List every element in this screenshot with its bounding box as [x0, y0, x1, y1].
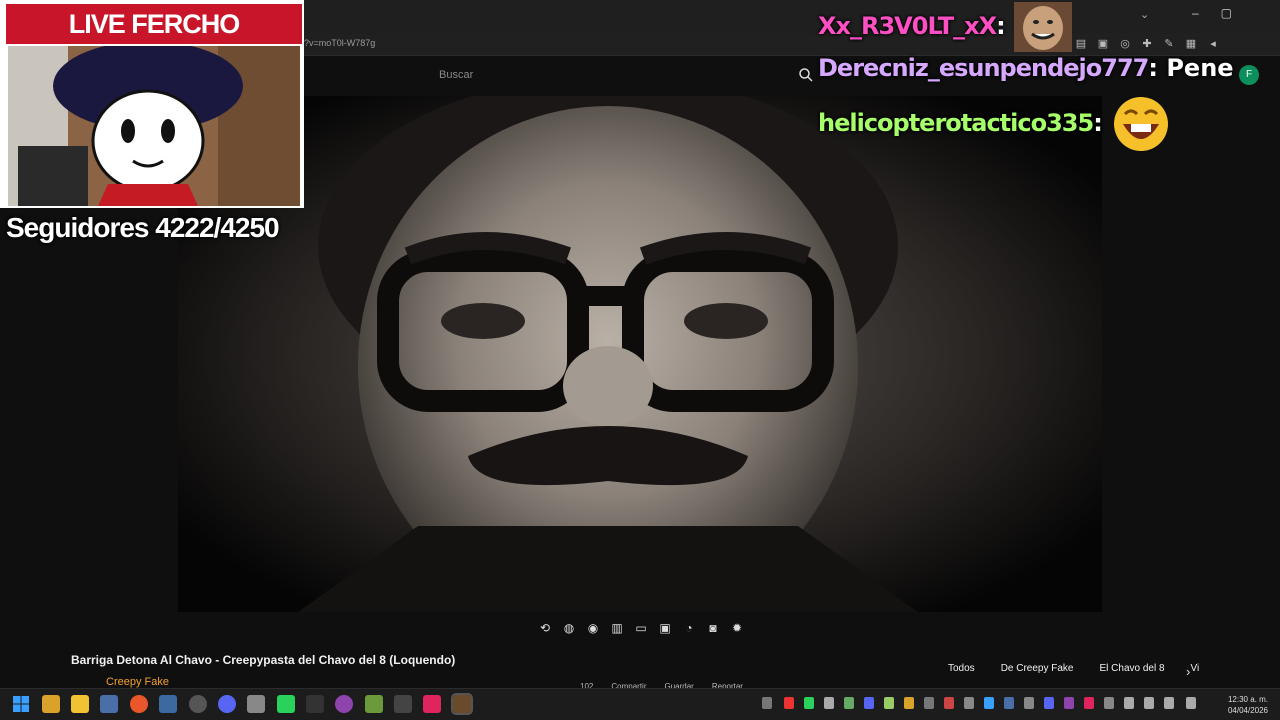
chip-all[interactable]: Todos: [940, 660, 983, 677]
loop-icon[interactable]: ⟲: [536, 620, 554, 636]
reader-icon[interactable]: ▤: [1074, 37, 1088, 51]
speaker-icon[interactable]: [1186, 697, 1196, 709]
keyboard-icon[interactable]: [1124, 697, 1134, 709]
app-icon[interactable]: [247, 695, 265, 713]
url-text[interactable]: ?v=moT0l-W787g: [304, 38, 375, 48]
app-icon[interactable]: [394, 695, 412, 713]
tray-icon[interactable]: [1084, 697, 1094, 709]
translate-icon[interactable]: ✎: [1162, 37, 1176, 51]
clock-date: 04/04/2026: [1227, 706, 1268, 715]
chevron-right-icon[interactable]: ›: [1186, 664, 1190, 679]
badge-icon[interactable]: ▦: [1184, 37, 1198, 51]
chat-username: Xx_R3V0LT_xX: [818, 12, 997, 40]
video-player[interactable]: [178, 96, 1102, 612]
tray-icon[interactable]: [1104, 697, 1114, 709]
video-title: Barriga Detona Al Chavo - Creepypasta de…: [71, 653, 456, 667]
steam-icon[interactable]: [189, 695, 207, 713]
laughing-emoji-icon: [1114, 97, 1169, 151]
folder-icon[interactable]: [71, 695, 89, 713]
stream-title: LIVE FERCHO REACTION: [6, 4, 302, 79]
network-icon[interactable]: [1144, 697, 1154, 709]
chat-text: Pene: [1166, 54, 1234, 82]
app-icon[interactable]: [365, 695, 383, 713]
chip-creepy-fake[interactable]: De Creepy Fake: [993, 660, 1082, 677]
windows-start-icon[interactable]: [12, 695, 30, 713]
tray-icon[interactable]: [844, 697, 854, 709]
chat-message: Derecniz_esunpendejo777: Pene: [818, 54, 1234, 82]
tray-chevron-icon[interactable]: [762, 697, 772, 709]
webcam-view: [8, 46, 300, 206]
tray-icon[interactable]: [904, 697, 914, 709]
app-icon[interactable]: [335, 695, 353, 713]
minimize-icon[interactable]: –: [1192, 6, 1199, 20]
chat-message: helicopterotactico335:: [818, 96, 1171, 152]
screen: ⌄ – ▢ ?v=moT0l-W787g ▤ ▣ ◎ ✚ ✎ ▦ ◂ Busca…: [0, 0, 1280, 720]
tray-icon[interactable]: [884, 697, 894, 709]
app-icon[interactable]: [277, 695, 295, 713]
firefox-icon[interactable]: [130, 695, 148, 713]
tab-list-chevron-icon[interactable]: ⌄: [1140, 8, 1149, 21]
search-input[interactable]: Buscar: [439, 69, 473, 81]
tray-icon[interactable]: [924, 697, 934, 709]
chat-username: helicopterotactico335: [818, 109, 1094, 137]
app-icon[interactable]: [100, 695, 118, 713]
system-clock[interactable]: 12:30 a. m. 04/04/2026: [1228, 694, 1268, 716]
clock-time: 12:30 a. m.: [1227, 695, 1268, 704]
account-icon[interactable]: ◎: [1118, 37, 1132, 51]
screenshot-icon[interactable]: ◙: [704, 620, 722, 636]
discord-icon[interactable]: [218, 695, 236, 713]
screenshot-icon[interactable]: ▣: [1096, 37, 1110, 51]
tray-icon[interactable]: [784, 697, 794, 709]
tray-icon[interactable]: [1044, 697, 1054, 709]
chat-username: Derecniz_esunpendejo777: [818, 54, 1149, 82]
view-icon[interactable]: ◉: [584, 620, 602, 636]
avatar[interactable]: F: [1239, 65, 1259, 85]
related-chips: Todos De Creepy Fake El Chavo del 8 Vi: [940, 660, 1207, 677]
search-icon[interactable]: [798, 67, 814, 83]
pip-icon[interactable]: ▣: [656, 620, 674, 636]
chip-chavo[interactable]: El Chavo del 8: [1092, 660, 1173, 677]
followers-counter: Seguidores 4222/4250: [6, 212, 280, 243]
tiktok-icon[interactable]: [423, 695, 441, 713]
browser-extension-icons: ▤ ▣ ◎ ✚ ✎ ▦ ◂: [1074, 37, 1220, 51]
tray-icon[interactable]: [824, 697, 834, 709]
theater-mode-icon[interactable]: ▭: [632, 620, 650, 636]
mic-icon[interactable]: [1164, 697, 1174, 709]
tray-icon[interactable]: [804, 697, 814, 709]
tray-icon[interactable]: [984, 697, 994, 709]
app-icon[interactable]: [306, 695, 324, 713]
settings-gear-icon[interactable]: ✹: [728, 620, 746, 636]
webcam-overlay: LIVE FERCHO REACTION: [0, 0, 304, 208]
speaker-icon[interactable]: ◂: [1206, 37, 1220, 51]
chat-message: Xx_R3V0LT_xX:: [818, 2, 1073, 52]
extensions-icon[interactable]: ✚: [1140, 37, 1154, 51]
tray-icon[interactable]: [864, 697, 874, 709]
tray-icon[interactable]: [944, 697, 954, 709]
face-emote-icon: [1014, 2, 1073, 52]
speed-icon[interactable]: ◔: [680, 620, 698, 636]
maximize-icon[interactable]: ▢: [1221, 6, 1232, 20]
avatar-cartoon: [8, 46, 300, 206]
tray-icon[interactable]: [1004, 697, 1014, 709]
video-frame: [178, 96, 1102, 612]
tray-icon[interactable]: [1064, 697, 1074, 709]
tray-icon[interactable]: [1024, 697, 1034, 709]
player-controls: ⟲ ◍ ◉ ▥ ▭ ▣ ◔ ◙ ✹: [536, 620, 746, 636]
minecraft-icon[interactable]: [451, 693, 473, 715]
app-icon[interactable]: [42, 695, 60, 713]
taskbar: 12:30 a. m. 04/04/2026: [0, 688, 1280, 720]
app-icon[interactable]: [159, 695, 177, 713]
channel-name[interactable]: Creepy Fake: [106, 676, 169, 688]
window-controls: – ▢: [1192, 6, 1232, 20]
cinema-icon[interactable]: ▥: [608, 620, 626, 636]
audio-mode-icon[interactable]: ◍: [560, 620, 578, 636]
tray-icon[interactable]: [964, 697, 974, 709]
